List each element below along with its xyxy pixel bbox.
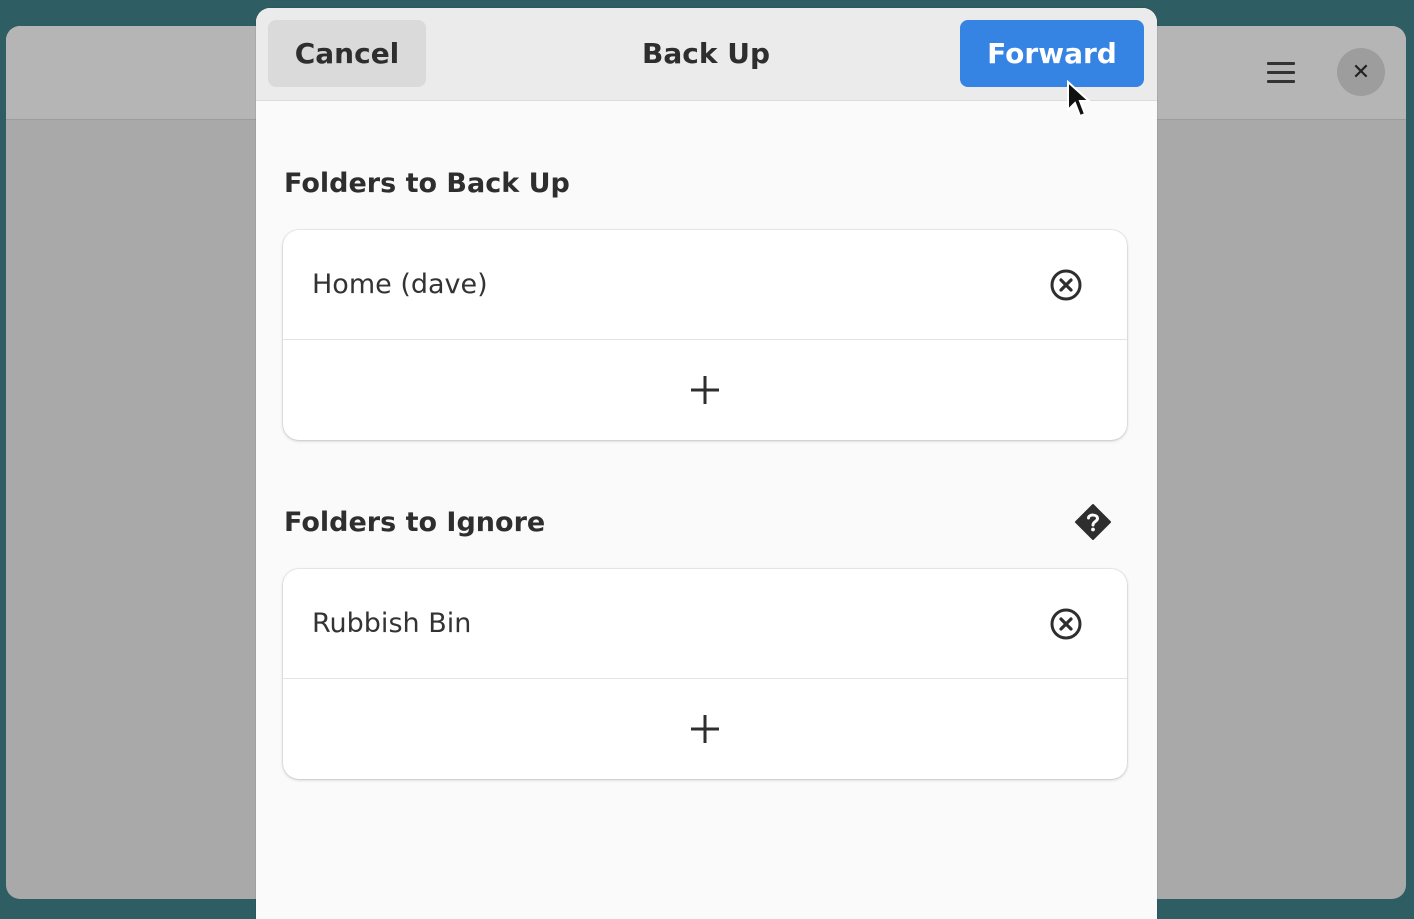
backup-dialog: Cancel Back Up Forward Folders to Back U… (256, 8, 1157, 919)
backup-section-title: Folders to Back Up (284, 168, 570, 199)
add-backup-folder-button[interactable] (283, 340, 1127, 440)
cancel-button[interactable]: Cancel (268, 20, 426, 87)
remove-circle-icon[interactable] (1049, 607, 1083, 641)
backup-folder-list: Home (dave) (283, 230, 1127, 440)
mouse-cursor-icon (1067, 80, 1090, 118)
help-icon[interactable] (1074, 503, 1112, 541)
add-ignore-folder-button[interactable] (283, 679, 1127, 779)
folder-label: Rubbish Bin (312, 608, 472, 639)
dialog-header: Cancel Back Up Forward (256, 8, 1157, 101)
hamburger-menu-icon[interactable] (1263, 54, 1299, 90)
list-item: Rubbish Bin (283, 569, 1127, 679)
forward-button[interactable]: Forward (960, 20, 1144, 87)
plus-icon (691, 376, 719, 404)
folder-label: Home (dave) (312, 269, 488, 300)
dialog-title: Back Up (642, 37, 770, 70)
ignore-section-title: Folders to Ignore (284, 507, 546, 538)
ignore-folder-list: Rubbish Bin (283, 569, 1127, 779)
plus-icon (691, 715, 719, 743)
remove-circle-icon[interactable] (1049, 268, 1083, 302)
list-item: Home (dave) (283, 230, 1127, 340)
close-icon[interactable]: ✕ (1337, 48, 1385, 96)
